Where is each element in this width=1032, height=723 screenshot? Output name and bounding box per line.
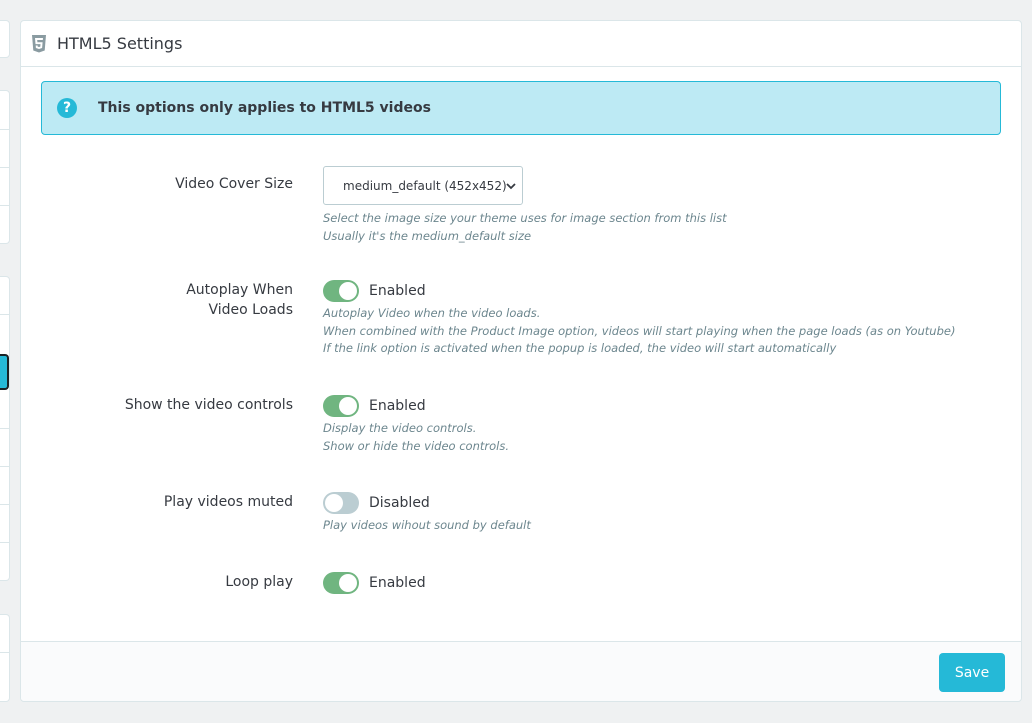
form-group-muted: Play videos muted Disabled Play videos w… [41, 492, 1001, 536]
alert-text: This options only applies to HTML5 video… [98, 100, 431, 116]
muted-toggle[interactable] [323, 492, 359, 514]
sidebar-divider [0, 167, 10, 168]
question-circle-icon: ? [57, 98, 77, 118]
save-button[interactable]: Save [939, 653, 1005, 692]
select-value: medium_default (452x452) [343, 178, 507, 193]
toggle-knob [339, 282, 357, 300]
sidebar-divider [0, 542, 10, 543]
field-label: Autoplay When Video Loads [186, 282, 293, 318]
form-group-autoplay: Autoplay When Video Loads Enabled Autopl… [41, 280, 1001, 360]
sidebar-card-group-3 [0, 614, 10, 702]
sidebar-item-active[interactable] [0, 354, 9, 390]
help-text: Select the image size your theme uses fo… [323, 211, 727, 243]
toggle-knob [339, 574, 357, 592]
loop-toggle[interactable] [323, 572, 359, 594]
panel-title: HTML5 Settings [57, 34, 183, 53]
sidebar-divider [0, 428, 10, 429]
sidebar-divider [0, 504, 10, 505]
html5-icon [31, 34, 47, 53]
toggle-state: Disabled [369, 495, 430, 511]
sidebar-divider [0, 129, 10, 130]
toggle-state: Enabled [369, 398, 426, 414]
sidebar-divider [0, 205, 10, 206]
sidebar-divider [0, 314, 10, 315]
form-group-cover-size: Video Cover Size medium_default (452x452… [41, 166, 1001, 246]
toggle-knob [325, 494, 343, 512]
sidebar-divider [0, 466, 10, 467]
panel-heading: HTML5 Settings [21, 21, 1021, 67]
chevron-down-icon [506, 180, 516, 190]
sidebar-card-top [0, 20, 10, 58]
toggle-state: Enabled [369, 283, 426, 299]
field-label: Video Cover Size [175, 176, 293, 192]
html5-settings-panel: HTML5 Settings ? This options only appli… [20, 20, 1022, 702]
field-label: Show the video controls [124, 397, 293, 413]
sidebar-divider [0, 652, 10, 653]
panel-footer: Save [21, 641, 1021, 701]
field-label: Play videos muted [163, 494, 293, 510]
autoplay-toggle[interactable] [323, 280, 359, 302]
help-text: Autoplay Video when the video loads. Whe… [323, 306, 956, 355]
help-text: Display the video controls. Show or hide… [323, 421, 509, 453]
form-group-loop: Loop play Enabled [41, 572, 1001, 596]
form-group-controls: Show the video controls Enabled Display … [41, 395, 1001, 459]
cover-size-select[interactable]: medium_default (452x452) [323, 166, 523, 205]
controls-toggle[interactable] [323, 395, 359, 417]
help-text: Play videos wihout sound by default [323, 518, 531, 532]
toggle-state: Enabled [369, 575, 426, 591]
field-label: Loop play [225, 574, 293, 590]
toggle-knob [339, 397, 357, 415]
info-alert: ? This options only applies to HTML5 vid… [41, 81, 1001, 135]
